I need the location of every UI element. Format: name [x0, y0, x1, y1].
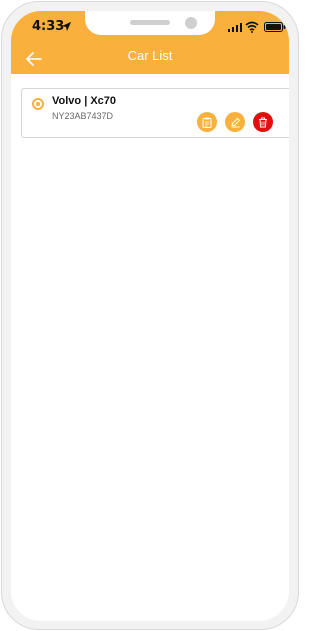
- edit-button[interactable]: [225, 112, 245, 132]
- battery-icon: [264, 22, 286, 32]
- front-camera: [185, 17, 197, 29]
- copy-button[interactable]: [197, 112, 217, 132]
- speaker-grille: [130, 20, 170, 25]
- location-arrow-icon: [61, 21, 72, 32]
- car-card-volvo[interactable]: Volvo | Xc70 NY23AB7437D: [21, 88, 289, 138]
- car-name: Volvo | Xc70: [52, 95, 117, 107]
- select-radio[interactable]: [32, 98, 44, 110]
- wifi-icon: [245, 21, 259, 33]
- phone-frame: 4:33 Car List Volvo | Xc70 NY23AB7437D: [1, 1, 299, 630]
- device-notch: [85, 11, 215, 35]
- trash-icon: [259, 117, 267, 127]
- pencil-icon: [230, 117, 240, 127]
- status-time: 4:33: [32, 19, 65, 34]
- delete-button[interactable]: [253, 112, 273, 132]
- app-bar: 4:33 Car List: [11, 11, 289, 74]
- app-screen: 4:33 Car List Volvo | Xc70 NY23AB7437D: [11, 11, 289, 621]
- clipboard-icon: [202, 117, 212, 128]
- car-plate: NY23AB7437D: [52, 111, 114, 121]
- signal-icon: [228, 23, 242, 32]
- radio-selected-dot: [36, 102, 40, 106]
- page-title: Car List: [127, 48, 173, 63]
